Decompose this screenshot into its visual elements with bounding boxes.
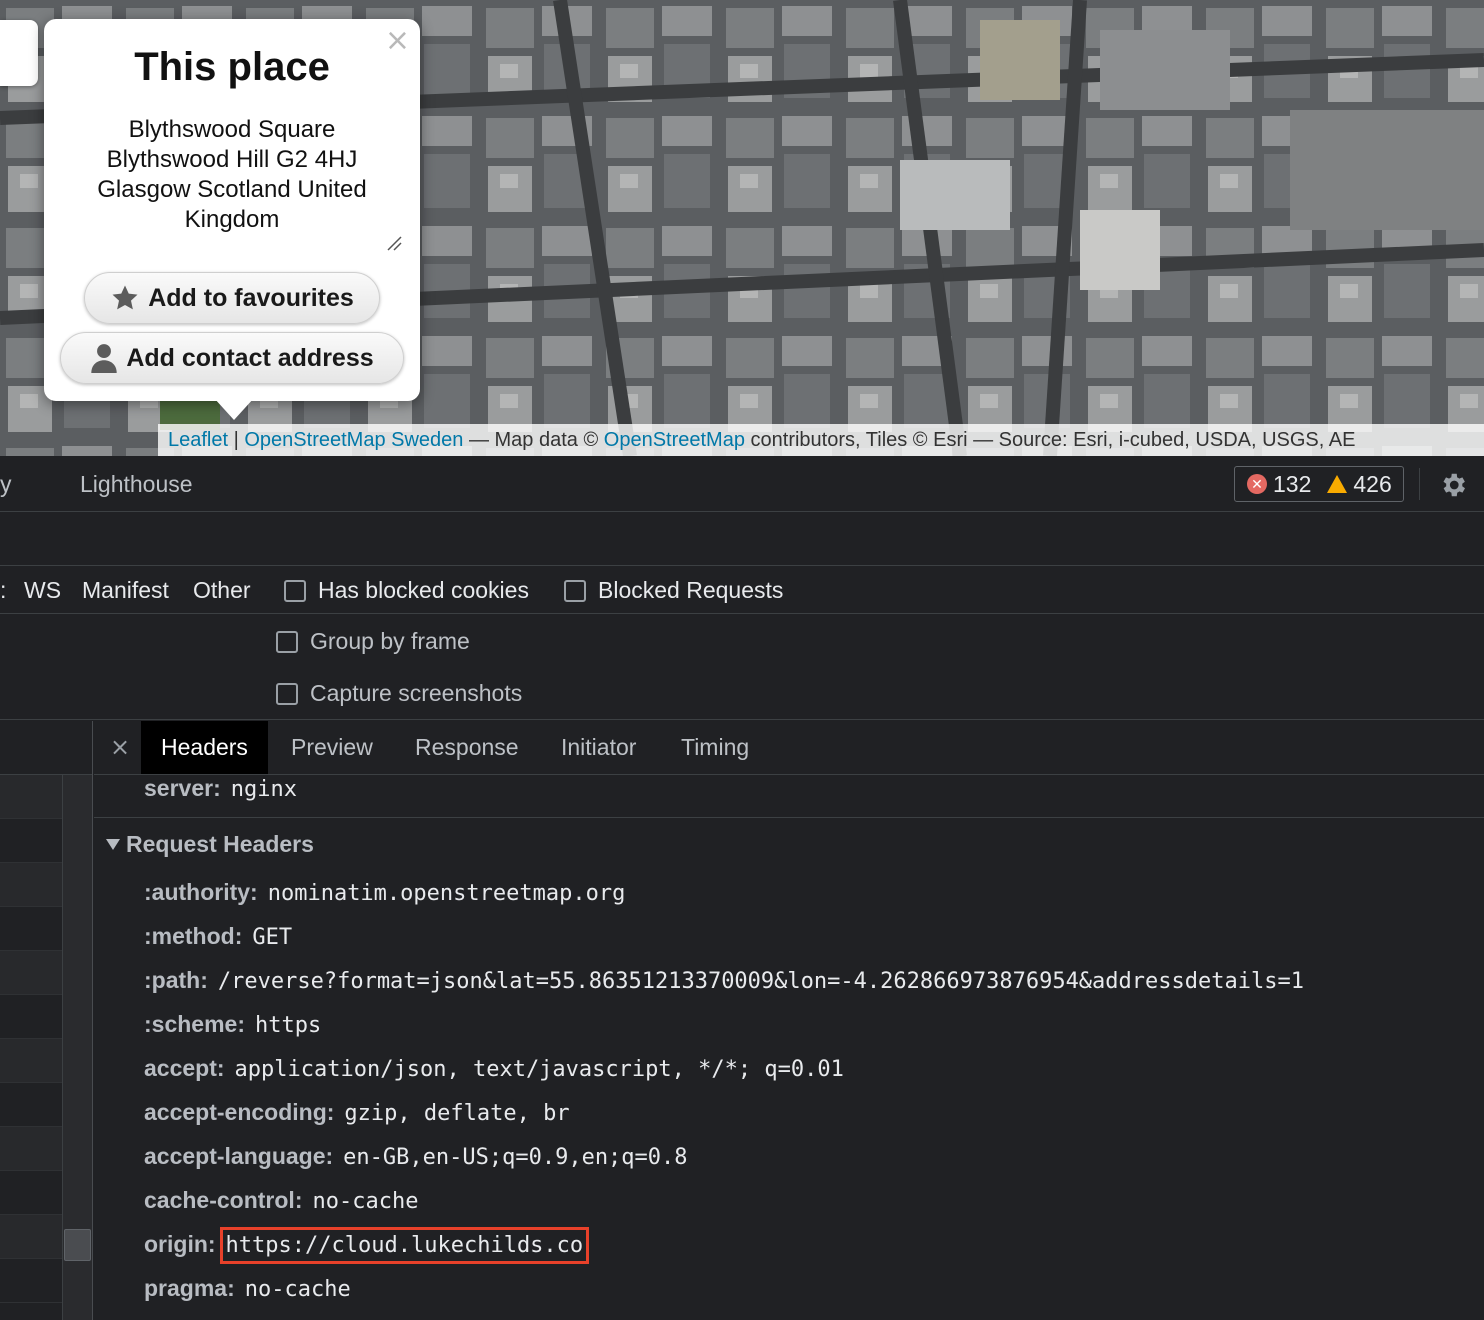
person-icon <box>91 344 118 373</box>
gear-icon[interactable] <box>1438 470 1468 500</box>
network-settings-pane: Group by frame Capture screenshots <box>0 614 1484 720</box>
request-header-row: accept-language: en-GB,en-US;q=0.9,en;q=0… <box>144 1143 688 1170</box>
attribution-separator: | <box>228 429 245 451</box>
group-by-frame-label: Group by frame <box>310 628 470 654</box>
error-icon: ✕ <box>1247 474 1267 494</box>
request-list-header <box>0 721 92 775</box>
filter-other[interactable]: Other <box>193 577 251 604</box>
header-value: https <box>254 1013 322 1038</box>
map-attribution: Leaflet | OpenStreetMap Sweden — Map dat… <box>158 424 1484 456</box>
capture-screenshots-checkbox[interactable]: Capture screenshots <box>276 680 522 707</box>
popup-address: Blythswood Square Blythswood Hill G2 4HJ… <box>97 116 367 233</box>
osm-sweden-link[interactable]: OpenStreetMap Sweden <box>244 429 463 451</box>
header-value: gzip, deflate, br <box>344 1101 570 1126</box>
issues-counter[interactable]: ✕ 132 426 <box>1234 466 1404 502</box>
checkbox-box[interactable] <box>276 631 298 653</box>
header-key: :authority: <box>144 879 258 905</box>
toolbar-divider <box>1419 468 1420 500</box>
warning-count: 426 <box>1353 470 1392 497</box>
capture-screenshots-label: Capture screenshots <box>310 680 523 706</box>
filter-manifest[interactable]: Manifest <box>82 577 169 604</box>
popup-title: This place <box>134 45 330 89</box>
header-key: origin: <box>144 1231 216 1257</box>
group-by-frame-checkbox[interactable]: Group by frame <box>276 628 470 655</box>
tab-timing[interactable]: Timing <box>681 721 749 774</box>
request-headers-title: Request Headers <box>126 831 314 857</box>
header-key: accept: <box>144 1055 225 1081</box>
network-filter-bar: : WS Manifest Other Has blocked cookies … <box>0 566 1484 614</box>
response-header-row: server: nginx <box>144 775 297 802</box>
blocked-requests-checkbox[interactable]: Blocked Requests <box>564 577 783 604</box>
checkbox-box[interactable] <box>284 580 306 602</box>
error-count: 132 <box>1273 470 1312 497</box>
add-contact-address-label: Add contact address <box>126 343 374 372</box>
osm-link[interactable]: OpenStreetMap <box>604 429 745 451</box>
request-header-row: :method: GET <box>144 923 292 950</box>
checkbox-box[interactable] <box>564 580 586 602</box>
scrollbar-thumb[interactable] <box>64 1229 91 1261</box>
request-details: × Headers Preview Response Initiator Tim… <box>94 721 1484 1320</box>
request-header-row: cache-control: no-cache <box>144 1187 418 1214</box>
tab-headers[interactable]: Headers <box>141 721 268 774</box>
request-header-row: :path: /reverse?format=json&lat=55.863512… <box>144 967 1304 994</box>
header-key: :path: <box>144 967 208 993</box>
header-value: application/json, text/javascript, */*; … <box>234 1057 844 1082</box>
filter-cut-off[interactable]: : <box>0 577 6 604</box>
add-contact-address-button[interactable]: Add contact address <box>60 332 404 384</box>
request-header-row: origin: https://cloud.lukechilds.co <box>144 1227 590 1264</box>
header-key: accept-encoding: <box>144 1099 335 1125</box>
header-value: en-GB,en-US;q=0.9,en;q=0.8 <box>343 1145 688 1170</box>
origin-value-highlighted: https://cloud.lukechilds.co <box>219 1227 590 1264</box>
header-value: nominatim.openstreetmap.org <box>267 881 626 906</box>
request-header-row: pragma: no-cache <box>144 1275 351 1302</box>
header-value: nginx <box>230 777 297 802</box>
header-value: GET <box>252 925 293 950</box>
header-value: no-cache <box>244 1277 351 1302</box>
add-to-favourites-button[interactable]: Add to favourites <box>84 272 380 324</box>
header-value: /reverse?format=json&lat=55.863512133700… <box>217 969 1304 994</box>
tab-lighthouse[interactable]: Lighthouse <box>80 471 193 498</box>
map-search-box-edge[interactable] <box>0 20 38 86</box>
tab-cut-off[interactable]: y <box>0 471 12 498</box>
header-key: pragma: <box>144 1275 235 1301</box>
devtools-panel: y Lighthouse ✕ 132 426 : WS Manifest Oth… <box>0 456 1484 1320</box>
warning-icon <box>1327 475 1348 493</box>
section-divider <box>94 817 1484 818</box>
network-toolbar <box>0 512 1484 566</box>
request-list[interactable] <box>0 721 93 1320</box>
place-popup: × This place Blythswood Square Blythswoo… <box>44 19 420 401</box>
header-key: server: <box>144 775 221 801</box>
map-view[interactable]: × This place Blythswood Square Blythswoo… <box>0 0 1484 456</box>
attribution-text-1: — Map data © <box>463 429 604 451</box>
request-header-row: accept-encoding: gzip, deflate, br <box>144 1099 570 1126</box>
request-header-row: :authority: nominatim.openstreetmap.org <box>144 879 625 906</box>
checkbox-box[interactable] <box>276 683 298 705</box>
detail-tab-bar: × Headers Preview Response Initiator Tim… <box>94 721 1484 775</box>
filter-ws[interactable]: WS <box>24 577 61 604</box>
tab-preview[interactable]: Preview <box>291 721 373 774</box>
blocked-requests-label: Blocked Requests <box>598 577 784 603</box>
attribution-text-2: contributors, Tiles © Esri — Source: Esr… <box>744 429 1356 451</box>
request-headers-section[interactable]: Request Headers <box>106 831 314 858</box>
request-list-scrollbar[interactable] <box>62 775 92 1320</box>
resize-grip-icon[interactable] <box>386 235 402 251</box>
header-key: :scheme: <box>144 1011 245 1037</box>
request-header-row: :scheme: https <box>144 1011 321 1038</box>
devtools-tab-bar: y Lighthouse ✕ 132 426 <box>0 456 1484 512</box>
header-key: cache-control: <box>144 1187 303 1213</box>
request-header-row: accept: application/json, text/javascript… <box>144 1055 844 1082</box>
popup-tip <box>214 398 254 420</box>
star-icon <box>112 285 138 310</box>
header-key: accept-language: <box>144 1143 334 1169</box>
header-key: :method: <box>144 923 243 949</box>
add-to-favourites-label: Add to favourites <box>148 283 354 312</box>
leaflet-link[interactable]: Leaflet <box>168 429 228 451</box>
tab-response[interactable]: Response <box>415 721 519 774</box>
has-blocked-cookies-checkbox[interactable]: Has blocked cookies <box>284 577 529 604</box>
header-value: no-cache <box>312 1189 419 1214</box>
has-blocked-cookies-label: Has blocked cookies <box>318 577 529 603</box>
tab-initiator[interactable]: Initiator <box>561 721 636 774</box>
expand-triangle-icon <box>106 839 120 850</box>
close-details-icon[interactable]: × <box>110 733 130 761</box>
